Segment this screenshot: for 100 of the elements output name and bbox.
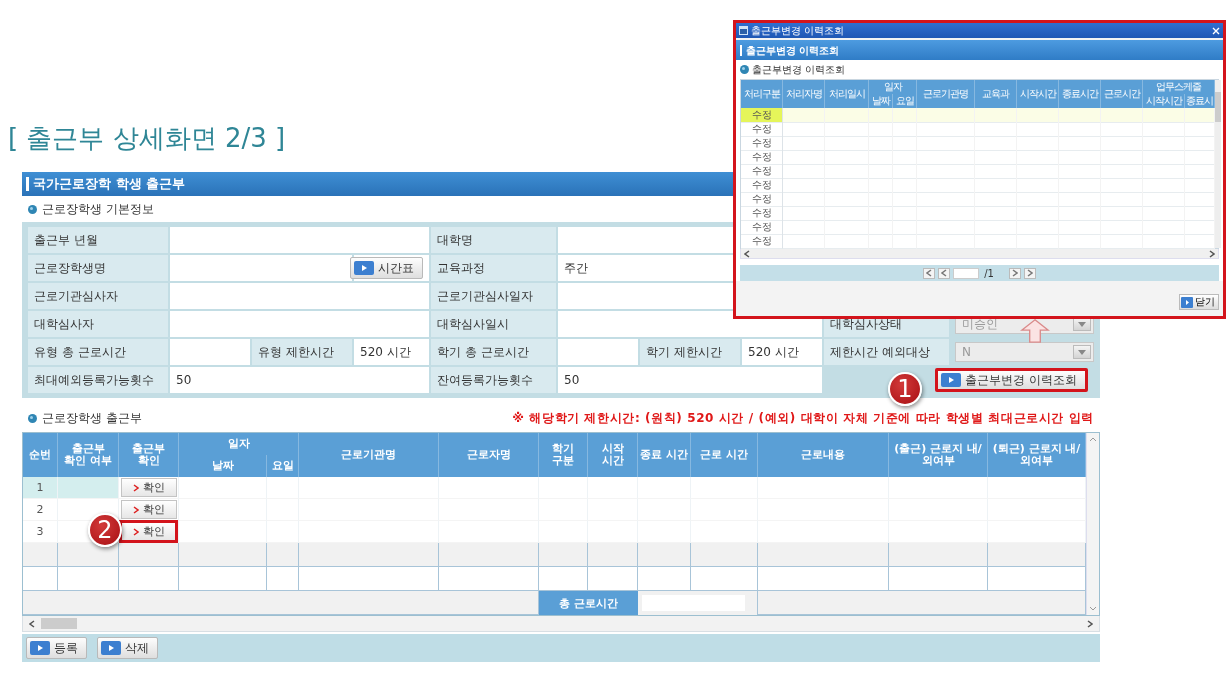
dialog-header: 출근부변경 이력조회	[736, 40, 1223, 60]
table-cell	[588, 477, 638, 499]
table-cell	[119, 567, 179, 591]
field-label: 출근부 년월	[28, 227, 168, 253]
field-label: 근로기관심사자	[28, 283, 168, 309]
history-button[interactable]: 출근부변경 이력조회	[935, 368, 1088, 392]
confirm-button[interactable]: 확인	[119, 520, 178, 543]
row-number: 1	[23, 477, 58, 499]
value-field: 520 시간	[354, 339, 429, 365]
last-page-button[interactable]	[1023, 267, 1036, 279]
field-label: 대학명	[431, 227, 556, 253]
table-cell	[691, 477, 758, 499]
table-cell	[267, 521, 299, 543]
scroll-left-icon	[744, 249, 750, 258]
scroll-left-icon	[29, 619, 35, 628]
play-icon	[30, 641, 50, 655]
table-cell	[539, 521, 588, 543]
vertical-scrollbar[interactable]	[1086, 433, 1099, 615]
first-page-button[interactable]	[923, 267, 936, 279]
double-chevron-icon	[926, 269, 933, 277]
field-label: 최대예외등록가능횟수	[28, 367, 168, 393]
column-header: 일자	[869, 80, 917, 94]
bullet-icon	[28, 413, 37, 423]
table-cell	[267, 543, 299, 567]
confirm-button[interactable]: 확인	[120, 478, 177, 497]
bullet-icon	[740, 65, 749, 74]
table-cell	[58, 567, 119, 591]
chevron-right-icon	[1011, 269, 1018, 277]
table-cell	[539, 477, 588, 499]
table-cell	[638, 543, 691, 567]
value-field: 50	[558, 367, 822, 393]
field-label: 학기 총 근로시간	[431, 339, 556, 365]
close-icon[interactable]	[1212, 26, 1220, 35]
timetable-button[interactable]: 시간표	[350, 257, 423, 279]
field-label: 근로장학생명	[28, 255, 168, 281]
register-button[interactable]: 등록	[26, 637, 87, 659]
field-label: 학기 제한시간	[640, 339, 740, 365]
dropdown-arrow-icon	[1078, 349, 1086, 355]
play-icon	[941, 373, 962, 387]
scrollbar-thumb[interactable]	[41, 618, 77, 629]
delete-button[interactable]: 삭제	[97, 637, 158, 659]
bullet-icon	[28, 204, 37, 214]
field-label: 대학심사자	[28, 311, 168, 337]
horizontal-scrollbar[interactable]	[740, 249, 1219, 259]
field-label: 유형 제한시간	[252, 339, 352, 365]
table-cell	[539, 543, 588, 567]
section-title: 근로장학생 기본정보	[42, 200, 154, 218]
chevron-icon	[132, 527, 139, 536]
window-icon	[739, 26, 748, 35]
chevron-icon	[132, 505, 139, 514]
value-field: 50	[170, 367, 429, 393]
table-cell	[691, 567, 758, 591]
table-cell	[691, 543, 758, 567]
step-marker: 1	[888, 372, 922, 406]
table-cell	[588, 567, 638, 591]
field-label: 대학심사일시	[431, 311, 556, 337]
table-cell	[691, 521, 758, 543]
scroll-right-icon	[1087, 619, 1093, 628]
column-header: 일자	[179, 433, 299, 455]
scroll-right-icon	[1209, 249, 1215, 258]
table-cell	[267, 477, 299, 499]
table-cell: 수정	[741, 108, 783, 123]
page-count: /1	[984, 267, 994, 279]
double-chevron-icon	[1026, 269, 1033, 277]
play-icon	[1181, 296, 1193, 308]
up-arrow-icon	[1020, 319, 1050, 343]
field-label: 제한시간 예외대상	[824, 339, 949, 365]
scroll-up-icon	[1089, 437, 1097, 442]
page-title: [ 출근부 상세화면 2/3 ]	[8, 122, 286, 155]
value-field: 520 시간	[742, 339, 822, 365]
chevron-icon	[132, 483, 139, 492]
section-title: 출근부변경 이력조회	[752, 62, 846, 77]
dialog-title: 출근부변경 이력조회	[751, 23, 845, 38]
scroll-down-icon	[1089, 606, 1097, 611]
table-cell	[539, 567, 588, 591]
row-number: 2	[23, 499, 58, 521]
horizontal-scrollbar[interactable]	[22, 616, 1100, 632]
next-page-button[interactable]	[1008, 267, 1021, 279]
play-icon	[101, 641, 121, 655]
field-label: 교육과정	[431, 255, 556, 281]
total-label: 총 근로시간	[539, 591, 638, 615]
table-cell	[588, 521, 638, 543]
table-cell	[267, 567, 299, 591]
page-input[interactable]	[953, 267, 980, 279]
chevron-left-icon	[941, 269, 948, 277]
close-button[interactable]: 닫기	[1179, 294, 1219, 310]
previous-page-button[interactable]	[938, 267, 951, 279]
table-cell	[638, 567, 691, 591]
field-label: 근로기관심사일자	[431, 283, 556, 309]
confirm-button[interactable]: 확인	[120, 500, 177, 519]
notice-text: ※ 해당학기 제한시간: (원칙) 520 시간 / (예외) 대학이 자체 기준에 따라 학생별 최대근로시간 입력	[512, 409, 1094, 427]
play-icon	[354, 261, 374, 275]
table-cell	[58, 543, 119, 567]
field-label: 잔여등록가능횟수	[431, 367, 556, 393]
vertical-scrollbar[interactable]	[1215, 80, 1221, 248]
table-cell	[638, 477, 691, 499]
table-cell	[588, 543, 638, 567]
section-title: 근로장학생 출근부	[42, 409, 142, 427]
row-number: 3	[23, 521, 58, 543]
table-cell	[638, 521, 691, 543]
